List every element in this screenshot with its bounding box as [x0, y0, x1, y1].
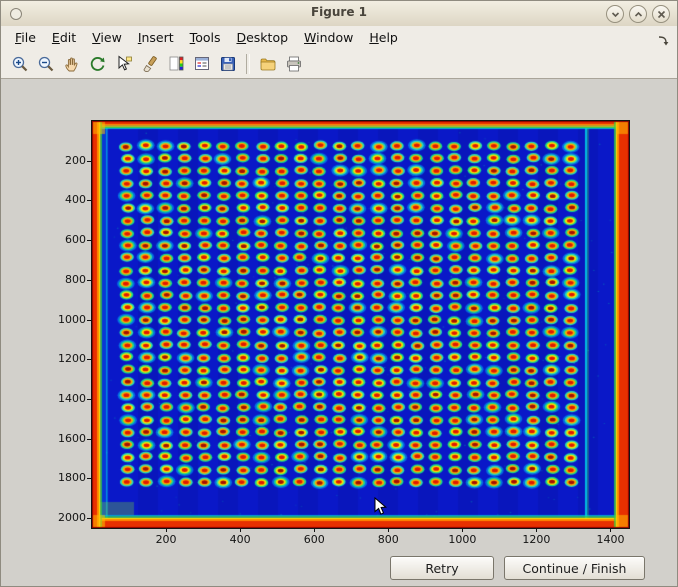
menu-view[interactable]: View: [84, 27, 130, 48]
y-tick-label: 1000: [44, 313, 86, 326]
y-tick-mark: [87, 240, 91, 241]
x-tick-mark: [536, 528, 537, 532]
x-tick-mark: [166, 528, 167, 532]
x-tick-mark: [388, 528, 389, 532]
y-tick-label: 1600: [44, 432, 86, 445]
menu-tools[interactable]: Tools: [182, 27, 229, 48]
print-icon: [285, 55, 303, 73]
minimize-button[interactable]: [606, 5, 624, 23]
y-tick-mark: [87, 320, 91, 321]
y-tick-mark: [87, 161, 91, 162]
plot-area: 2004006008001000120014002004006008001000…: [91, 120, 630, 529]
menubar: File Edit View Insert Tools Desktop Wind…: [1, 26, 677, 49]
save-icon: [219, 55, 237, 73]
data-cursor-icon: [115, 55, 133, 73]
titlebar[interactable]: Figure 1: [1, 1, 677, 27]
menu-help[interactable]: Help: [361, 27, 406, 48]
x-tick-mark: [610, 528, 611, 532]
toolbar-legend-button[interactable]: [190, 52, 214, 76]
toolbar-separator: [246, 54, 250, 74]
y-tick-label: 200: [44, 154, 86, 167]
insert-colorbar-icon: [167, 55, 185, 73]
toolbar-data-cursor-button[interactable]: [112, 52, 136, 76]
x-tick-label: 1400: [590, 533, 630, 546]
x-tick-label: 600: [294, 533, 334, 546]
window-title: Figure 1: [1, 5, 677, 19]
figure-content: 200 400 600 800 1000 1200 1400 200 400 600 800 1000…: [1, 79, 677, 586]
toolbar-rotate3d-button[interactable]: [86, 52, 110, 76]
y-tick-label: 1200: [44, 352, 86, 365]
y-tick-mark: [87, 280, 91, 281]
y-tick-mark: [87, 399, 91, 400]
x-tick-label: 1000: [442, 533, 482, 546]
pan-hand-icon: [63, 55, 81, 73]
toolbar-save-button[interactable]: [216, 52, 240, 76]
menu-window[interactable]: Window: [296, 27, 361, 48]
toolbar-pan-button[interactable]: [60, 52, 84, 76]
y-tick-mark: [87, 439, 91, 440]
close-button[interactable]: [652, 5, 670, 23]
close-icon: [657, 10, 666, 19]
chevron-down-icon: [611, 10, 620, 19]
y-tick-mark: [87, 359, 91, 360]
toolbar-zoom-out-button[interactable]: [34, 52, 58, 76]
y-tick-mark: [87, 200, 91, 201]
menu-insert[interactable]: Insert: [130, 27, 182, 48]
maximize-button[interactable]: [629, 5, 647, 23]
y-tick-label: 400: [44, 193, 86, 206]
zoom-in-icon: [11, 55, 29, 73]
zoom-out-icon: [37, 55, 55, 73]
heatmap-image[interactable]: [92, 121, 629, 528]
y-tick-label: 2000: [44, 511, 86, 524]
x-tick-mark: [240, 528, 241, 532]
y-tick-label: 1400: [44, 392, 86, 405]
brush-icon: [141, 55, 159, 73]
rotate-3d-icon: [89, 55, 107, 73]
figure-toolbar: [1, 49, 677, 79]
y-tick-label: 800: [44, 273, 86, 286]
y-tick-label: 1800: [44, 471, 86, 484]
open-folder-icon: [259, 55, 277, 73]
menu-desktop[interactable]: Desktop: [228, 27, 296, 48]
y-tick-label: 600: [44, 233, 86, 246]
x-tick-label: 800: [368, 533, 408, 546]
continue-finish-button[interactable]: Continue / Finish: [504, 556, 645, 580]
insert-legend-icon: [193, 55, 211, 73]
toolbar-print-button[interactable]: [282, 52, 306, 76]
x-tick-label: 200: [146, 533, 186, 546]
toolbar-zoom-in-button[interactable]: [8, 52, 32, 76]
toolbar-open-button[interactable]: [256, 52, 280, 76]
x-tick-mark: [462, 528, 463, 532]
figure-window: Figure 1 File Edit View Insert Tools Des…: [0, 0, 678, 587]
toolbar-colorbar-button[interactable]: [164, 52, 188, 76]
chevron-up-icon: [634, 10, 643, 19]
toolbar-brush-button[interactable]: [138, 52, 162, 76]
x-tick-mark: [314, 528, 315, 532]
menu-edit[interactable]: Edit: [44, 27, 84, 48]
menu-file[interactable]: File: [7, 27, 44, 48]
retry-button[interactable]: Retry: [390, 556, 494, 580]
x-tick-label: 1200: [516, 533, 556, 546]
y-tick-mark: [87, 478, 91, 479]
dock-figure-icon[interactable]: [657, 31, 669, 50]
y-tick-mark: [87, 518, 91, 519]
x-tick-label: 400: [220, 533, 260, 546]
